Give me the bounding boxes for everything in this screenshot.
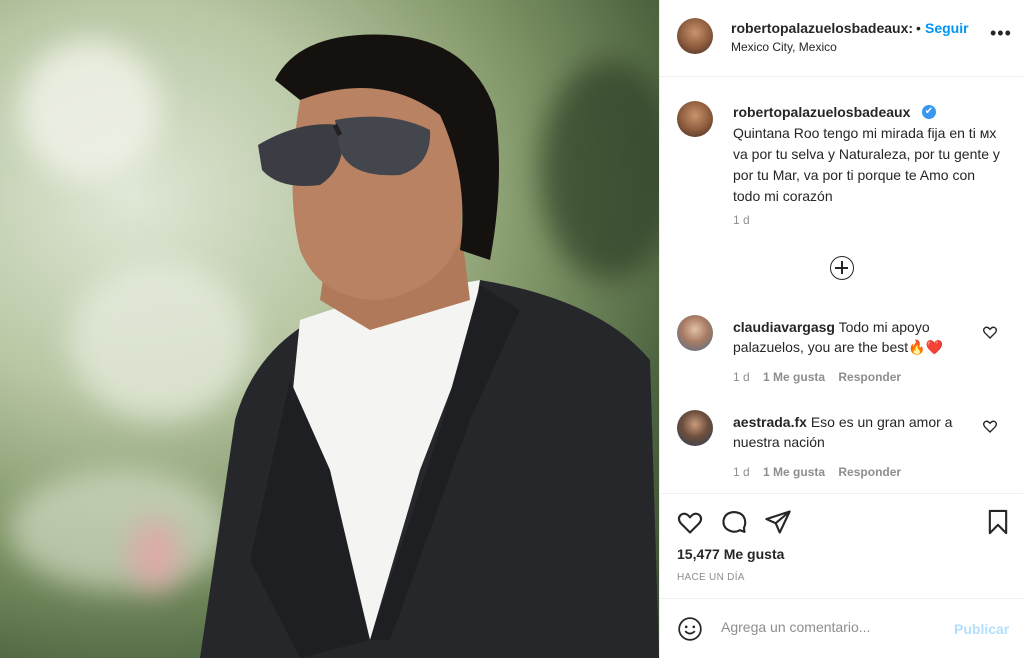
post-photo[interactable] [0,0,659,658]
caption-avatar[interactable] [677,101,713,137]
share-icon[interactable] [764,508,792,536]
reply-button[interactable]: Responder [838,465,901,479]
heart-icon[interactable] [676,508,704,536]
caption-text: Quintana Roo tengo mi mirada fija en ti … [733,125,1000,204]
load-more-icon[interactable] [830,256,854,280]
separator-dot: • [916,20,921,36]
post-header: robertopalazuelosbadeaux: • Seguir Mexic… [660,0,1023,77]
add-comment-bar: Publicar [660,598,1023,658]
post-timestamp[interactable]: HACE UN DÍA [677,572,745,583]
emoji-icon[interactable] [677,616,703,642]
post-actions: 15,477 Me gusta HACE UN DÍA [660,493,1023,598]
reply-button[interactable]: Responder [838,370,901,384]
comment-icon[interactable] [720,508,748,536]
bookmark-icon[interactable] [984,508,1012,536]
caption-username[interactable]: robertopalazuelosbadeaux [733,104,910,120]
comment-username[interactable]: aestrada.fx [733,414,807,430]
verified-icon: ✔ [922,105,936,119]
comment-likes[interactable]: 1 Me gusta [763,465,825,479]
comment-username[interactable]: claudiavargasg [733,319,835,335]
commenter-avatar[interactable] [677,315,713,351]
author-avatar[interactable] [677,18,713,54]
caption-time[interactable]: 1 d [733,213,750,227]
follow-button[interactable]: Seguir [925,20,969,36]
post-location[interactable]: Mexico City, Mexico [731,40,837,54]
author-username[interactable]: robertopalazuelosbadeaux: [731,20,913,36]
comment-like-icon[interactable] [982,418,998,434]
publish-button[interactable]: Publicar [954,621,1009,637]
commenter-avatar[interactable] [677,410,713,446]
comment-time[interactable]: 1 d [733,370,750,384]
comment-time[interactable]: 1 d [733,465,750,479]
comment-likes[interactable]: 1 Me gusta [763,370,825,384]
comment-like-icon[interactable] [982,324,998,340]
likes-count[interactable]: 15,477 Me gusta [677,546,784,562]
comment-input[interactable] [721,619,941,635]
post-side-panel: robertopalazuelosbadeaux: • Seguir Mexic… [659,0,1023,658]
person-figure [200,34,659,658]
more-icon[interactable]: ••• [990,24,1012,42]
